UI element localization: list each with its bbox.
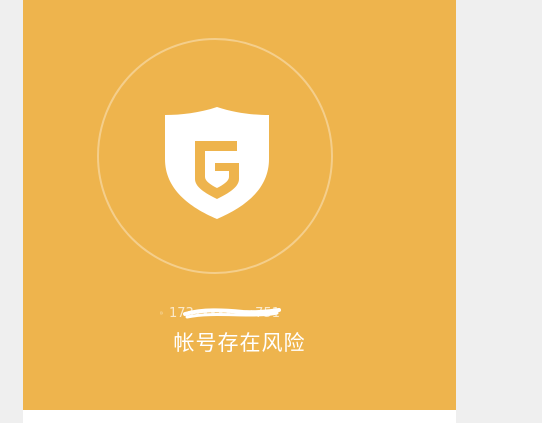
redaction-scribble xyxy=(183,308,281,319)
risk-status-message: 帐号存在风险 xyxy=(173,331,306,355)
content-area-top xyxy=(23,410,456,423)
account-id-icon xyxy=(160,311,163,315)
shield-g-icon xyxy=(165,107,269,219)
